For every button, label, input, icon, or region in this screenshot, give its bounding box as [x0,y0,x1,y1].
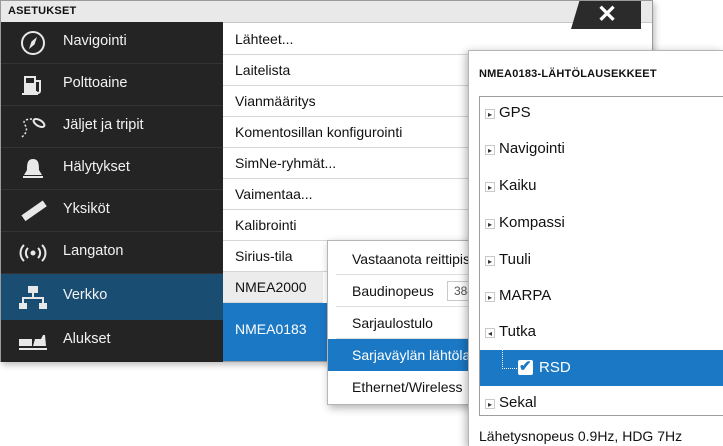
expand-icon[interactable]: ▸ [485,399,495,409]
window-title: ASETUKSET [8,5,77,17]
ruler-icon [19,197,47,225]
sidebar-item-langaton[interactable]: Langaton [1,232,223,274]
tree-item-sekal[interactable]: ▸ Sekal [480,389,723,419]
bell-icon [19,155,47,183]
sidebar-item-navigointi[interactable]: Navigointi [1,22,223,64]
tree-item-tutka[interactable]: ◂ Tutka [480,318,723,348]
tree-item-marpa[interactable]: ▸ MARPA [480,282,723,312]
nmea-sentences-panel: NMEA0183-LÄHTÖLAUSEKKEET ▸ GPS ▸ Navigoint… [468,50,723,446]
close-button[interactable]: ✕ [571,1,641,29]
expand-icon[interactable]: ▸ [485,292,495,302]
compass-icon [19,29,47,57]
tree-item-rsd[interactable]: ✔ RSD [480,350,723,386]
sentence-tree: ▸ GPS ▸ Navigointi ▸ Kaiku ▸ Kompassi ▸ Tuuli… [479,96,723,416]
collapse-icon[interactable]: ◂ [485,328,495,338]
list-item-kalibrointi[interactable]: Kalibrointi [223,210,473,241]
tree-item-navigointi[interactable]: ▸ Navigointi [480,135,723,165]
transmit-rate-status: Lähetysnopeus 0.9Hz, HDG 7Hz [479,428,683,444]
wireless-icon [19,239,47,267]
tree-item-tuuli[interactable]: ▸ Tuuli [480,246,723,276]
expand-icon[interactable]: ▸ [485,256,495,266]
list-item-vaimentaa[interactable]: Vaimentaa... [223,179,473,210]
trail-icon [19,113,47,141]
sidebar-item-jaljet[interactable]: Jäljet ja tripit [1,106,223,148]
checkbox-checked-icon[interactable]: ✔ [518,358,533,375]
tree-item-kompassi[interactable]: ▸ Kompassi [480,209,723,239]
expand-icon[interactable]: ▸ [485,109,495,119]
title-bar: ASETUKSET [1,1,652,23]
sidebar-item-verkko[interactable]: Verkko [1,274,223,320]
close-icon: ✕ [597,1,618,28]
list-item-komentosilta[interactable]: Komentosillan konfigurointi [223,117,473,148]
tree-item-gps[interactable]: ▸ GPS [480,99,723,129]
sidebar-item-yksikot[interactable]: Yksiköt [1,190,223,232]
panel-title: NMEA0183-LÄHTÖLAUSEKKEET [479,68,657,80]
list-item-laitelista[interactable]: Laitelista [223,55,473,86]
list-item-vianmaaritys[interactable]: Vianmääritys [223,86,473,117]
vessels-icon [19,327,47,355]
network-icon [19,283,47,311]
sidebar-item-alukset[interactable]: Alukset [1,320,223,362]
sidebar: Navigointi Polttoaine Jäljet ja tripit H… [1,22,223,362]
list-item-nmea0183[interactable]: NMEA0183 [223,303,328,361]
list-item-nmea2000[interactable]: NMEA2000 [223,272,323,303]
sidebar-item-halytykset[interactable]: Hälytykset [1,148,223,190]
fuel-pump-icon [19,71,47,99]
expand-icon[interactable]: ▸ [485,219,495,229]
tree-item-kaiku[interactable]: ▸ Kaiku [480,172,723,202]
sidebar-item-polttoaine[interactable]: Polttoaine [1,64,223,106]
expand-icon[interactable]: ▸ [485,145,495,155]
list-item-simnet[interactable]: SimNe-ryhmät... [223,148,473,179]
list-item-lahteet[interactable]: Lähteet... [223,24,473,55]
expand-icon[interactable]: ▸ [485,182,495,192]
